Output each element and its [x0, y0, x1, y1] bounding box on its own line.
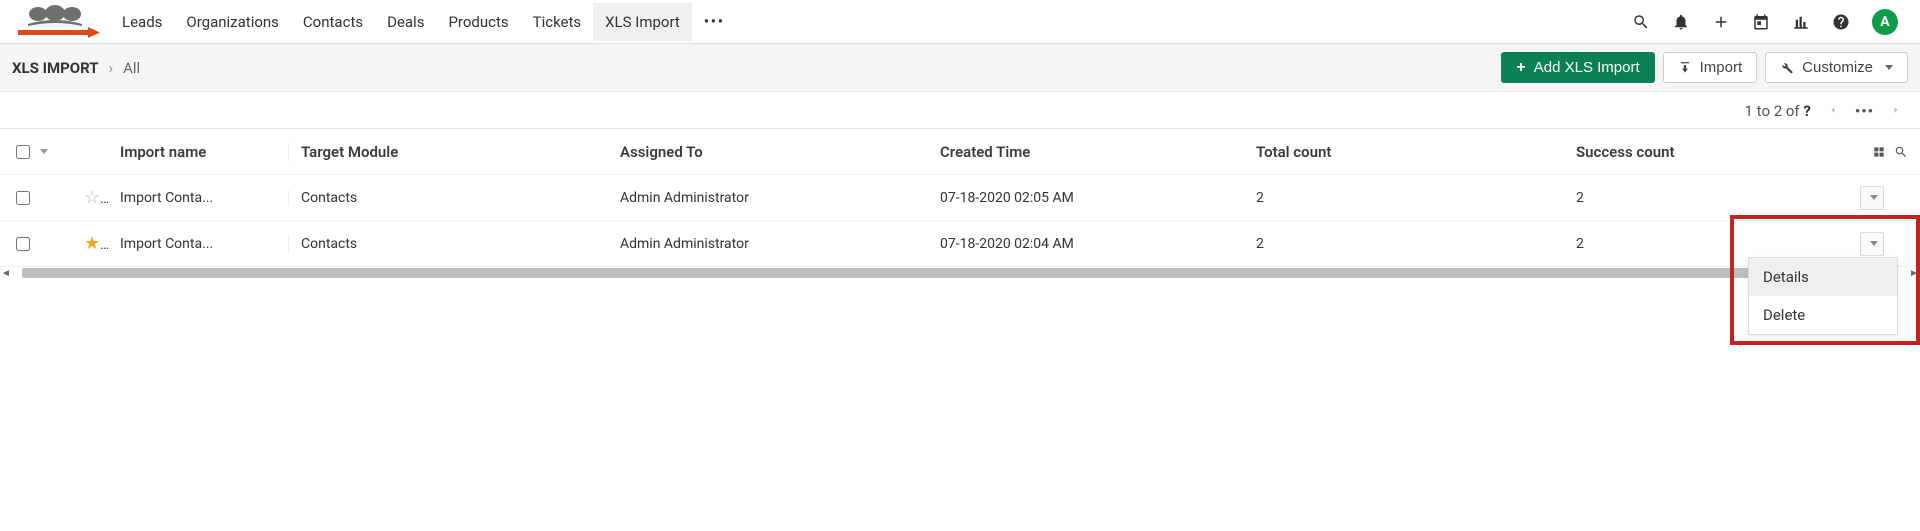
pagination: 1 to 2 of ? ••• [0, 92, 1920, 128]
context-menu-delete[interactable]: Delete [1749, 296, 1897, 334]
pagination-total[interactable]: ? [1803, 102, 1810, 120]
select-all-caret-icon[interactable] [40, 149, 48, 154]
nav-more[interactable]: ••• [692, 4, 737, 40]
caret-down-icon [1870, 195, 1878, 200]
page-prev-button[interactable] [1827, 102, 1839, 120]
header-assigned-to[interactable]: Assigned To [608, 143, 928, 161]
nav-item-leads[interactable]: Leads [110, 3, 174, 41]
nav-item-products[interactable]: Products [436, 3, 520, 41]
cell-success-count: 2 [1564, 236, 1844, 252]
download-icon [1678, 61, 1692, 75]
plus-icon[interactable] [1712, 13, 1730, 31]
select-all-checkbox[interactable] [16, 145, 30, 159]
row-actions-button[interactable] [1860, 186, 1884, 210]
import-button[interactable]: Import [1663, 52, 1758, 83]
cell-import-name: Import Conta... [108, 190, 288, 206]
scroll-right-arrow-icon[interactable]: ► [1908, 268, 1920, 279]
page-more-button[interactable]: ••• [1855, 102, 1874, 120]
breadcrumb: XLS IMPORT › All [12, 59, 140, 77]
avatar[interactable]: A [1872, 9, 1898, 35]
horizontal-scrollbar[interactable]: ◄ ► [0, 267, 1920, 279]
nav-items: Leads Organizations Contacts Deals Produ… [110, 3, 737, 41]
scroll-track[interactable] [22, 268, 1898, 278]
column-search-icon[interactable] [1894, 145, 1908, 159]
import-button-label: Import [1700, 59, 1743, 76]
context-menu-details[interactable]: Details [1749, 258, 1897, 296]
row-star-toggle[interactable]: ★ [84, 233, 108, 254]
wrench-icon [1780, 61, 1794, 75]
header-view-controls [1860, 145, 1920, 159]
cell-assigned-to: Admin Administrator [608, 190, 928, 206]
table-header-row: Import name Target Module Assigned To Cr… [0, 129, 1920, 175]
cell-created-time: 07-18-2020 02:05 AM [928, 190, 1244, 206]
header-target-module[interactable]: Target Module [288, 143, 608, 161]
cell-total-count: 2 [1244, 190, 1564, 206]
plus-icon: + [1516, 60, 1525, 76]
pagination-text: 1 to 2 of ? [1745, 102, 1811, 120]
scroll-left-arrow-icon[interactable]: ◄ [0, 268, 12, 279]
grid-view-icon[interactable] [1872, 145, 1886, 159]
row-checkbox[interactable] [16, 237, 30, 251]
toolbar: XLS IMPORT › All + Add XLS Import Import… [0, 44, 1920, 92]
row-star-toggle[interactable]: ☆ [84, 187, 108, 208]
cell-import-name: Import Conta... [108, 236, 288, 252]
breadcrumb-root[interactable]: XLS IMPORT [12, 59, 99, 77]
cell-total-count: 2 [1244, 236, 1564, 252]
caret-down-icon [1885, 65, 1893, 70]
table-row[interactable]: ☆ Import Conta... Contacts Admin Adminis… [0, 175, 1920, 221]
breadcrumb-separator: › [109, 59, 114, 77]
help-icon[interactable] [1832, 13, 1850, 31]
caret-down-icon [1870, 241, 1878, 246]
cell-assigned-to: Admin Administrator [608, 236, 928, 252]
breadcrumb-leaf[interactable]: All [123, 59, 140, 77]
cell-success-count: 2 [1564, 190, 1844, 206]
customize-button-label: Customize [1802, 59, 1873, 76]
top-nav: Leads Organizations Contacts Deals Produ… [0, 0, 1920, 44]
data-table: Import name Target Module Assigned To Cr… [0, 128, 1920, 279]
reports-icon[interactable] [1792, 13, 1810, 31]
nav-item-organizations[interactable]: Organizations [174, 3, 291, 41]
toolbar-actions: + Add XLS Import Import Customize [1501, 52, 1908, 83]
nav-right: A [1632, 9, 1910, 35]
cell-target-module: Contacts [288, 190, 608, 206]
bell-icon[interactable] [1672, 13, 1690, 31]
nav-item-xls-import[interactable]: XLS Import [593, 3, 692, 41]
search-icon[interactable] [1632, 13, 1650, 31]
table-row[interactable]: ★ Import Conta... Contacts Admin Adminis… [0, 221, 1920, 267]
row-checkbox[interactable] [16, 191, 30, 205]
nav-item-tickets[interactable]: Tickets [521, 3, 594, 41]
customize-button[interactable]: Customize [1765, 52, 1908, 83]
header-total-count[interactable]: Total count [1244, 143, 1564, 161]
pagination-range: 1 to 2 of [1745, 102, 1804, 120]
row-context-menu: Details Delete [1748, 257, 1898, 335]
calendar-icon[interactable] [1752, 13, 1770, 31]
page-next-button[interactable] [1890, 102, 1902, 120]
add-button-label: Add XLS Import [1534, 59, 1640, 76]
nav-item-deals[interactable]: Deals [375, 3, 436, 41]
app-logo [10, 4, 100, 40]
header-success-count[interactable]: Success count [1564, 143, 1844, 161]
header-created-time[interactable]: Created Time [928, 143, 1244, 161]
add-xls-import-button[interactable]: + Add XLS Import [1501, 52, 1654, 83]
cell-created-time: 07-18-2020 02:04 AM [928, 236, 1244, 252]
nav-item-contacts[interactable]: Contacts [291, 3, 375, 41]
header-checkbox-cell [0, 145, 72, 159]
row-actions-button[interactable] [1860, 232, 1884, 256]
header-import-name[interactable]: Import name [108, 143, 288, 161]
cell-target-module: Contacts [288, 236, 608, 252]
